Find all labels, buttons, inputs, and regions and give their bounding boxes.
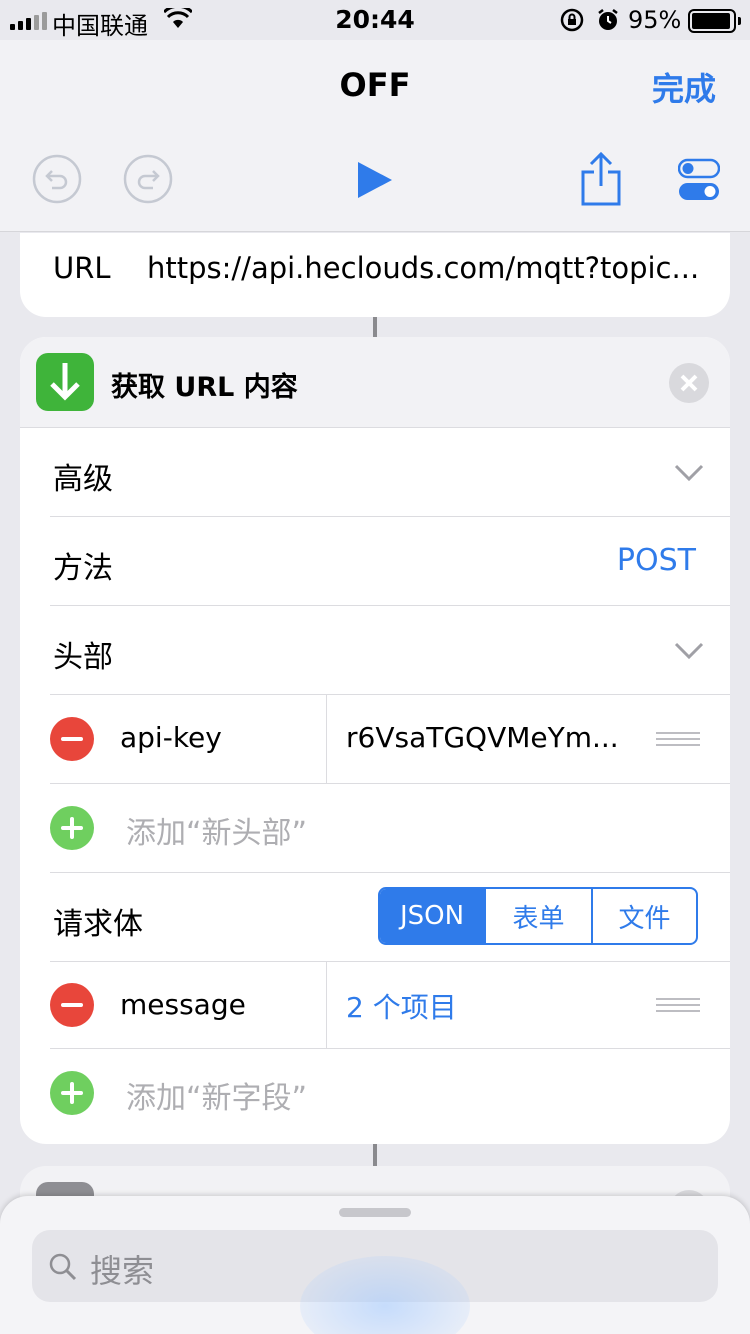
settings-toggle-icon[interactable] (678, 158, 720, 202)
add-field-row[interactable]: 添加“新字段” (20, 1049, 730, 1137)
add-header-row[interactable]: 添加“新头部” (20, 784, 730, 872)
redo-icon[interactable] (123, 154, 173, 204)
share-icon[interactable] (580, 150, 622, 206)
drag-handle-icon[interactable] (656, 732, 700, 748)
field-key[interactable]: message (120, 988, 246, 1021)
body-type-segmented-control: JSON 表单 文件 (378, 887, 698, 945)
add-field-placeholder[interactable]: 添加“新字段” (126, 1073, 307, 1117)
url-label: URL (53, 251, 111, 285)
body-type-form[interactable]: 表单 (484, 889, 591, 943)
search-icon (49, 1253, 77, 1281)
battery-icon (688, 9, 741, 33)
download-icon (36, 353, 94, 411)
method-row[interactable]: 方法 POST (20, 517, 730, 605)
close-icon (680, 374, 698, 392)
url-value[interactable]: https://api.heclouds.com/mqtt?topic... (147, 251, 707, 285)
chevron-down-icon (674, 464, 704, 482)
advanced-label: 高级 (53, 462, 113, 497)
headers-row[interactable]: 头部 (20, 606, 730, 694)
connector-line (373, 317, 377, 337)
action-title: 获取 URL 内容 (111, 372, 298, 403)
get-url-contents-card: 获取 URL 内容 高级 方法 POST 头部 api-key r6VsaTGQ… (20, 337, 730, 1144)
body-field-row: message 2 个项目 (20, 962, 730, 1048)
column-divider (326, 695, 327, 783)
advanced-row[interactable]: 高级 (20, 428, 730, 516)
undo-icon[interactable] (32, 154, 82, 204)
search-placeholder: 搜索 (90, 1252, 155, 1290)
add-header-placeholder[interactable]: 添加“新头部” (126, 808, 307, 852)
body-type-file[interactable]: 文件 (591, 889, 696, 943)
page-title[interactable]: OFF (0, 66, 750, 104)
remove-field-button[interactable] (50, 983, 94, 1027)
connector-line (373, 1144, 377, 1166)
battery-percent: 95% (628, 6, 682, 34)
remove-action-button[interactable] (669, 363, 709, 403)
status-bar: 中国联通 20:44 95% (0, 0, 750, 40)
method-label: 方法 (53, 551, 113, 586)
body-type-json[interactable]: JSON (380, 889, 484, 943)
header-entry-row: api-key r6VsaTGQVMeYm... (20, 695, 730, 783)
field-value[interactable]: 2 个项目 (346, 986, 457, 1026)
headers-label: 头部 (53, 640, 113, 675)
navigation-bar: OFF 完成 (0, 40, 750, 232)
header-key[interactable]: api-key (120, 721, 222, 754)
alarm-icon (598, 9, 618, 30)
method-value[interactable]: POST (617, 543, 696, 578)
url-action-card[interactable]: URL https://api.heclouds.com/mqtt?topic.… (20, 233, 730, 317)
actions-search-sheet: 搜索 (0, 1196, 750, 1334)
add-field-button[interactable] (50, 1071, 94, 1115)
url-row[interactable]: URL https://api.heclouds.com/mqtt?topic.… (20, 251, 730, 291)
done-button[interactable]: 完成 (652, 64, 716, 110)
battery-level (692, 13, 730, 29)
play-icon[interactable] (356, 160, 394, 200)
request-body-row: 请求体 JSON 表单 文件 (20, 873, 730, 961)
header-value[interactable]: r6VsaTGQVMeYm... (346, 721, 626, 754)
drag-handle-icon[interactable] (656, 998, 700, 1014)
rotation-lock-icon (560, 8, 584, 32)
sheet-grabber[interactable] (339, 1208, 411, 1217)
remove-header-button[interactable] (50, 717, 94, 761)
column-divider (326, 962, 327, 1048)
request-body-label: 请求体 (53, 907, 143, 942)
action-header[interactable]: 获取 URL 内容 (20, 337, 730, 427)
add-header-button[interactable] (50, 806, 94, 850)
chevron-down-icon (674, 642, 704, 660)
